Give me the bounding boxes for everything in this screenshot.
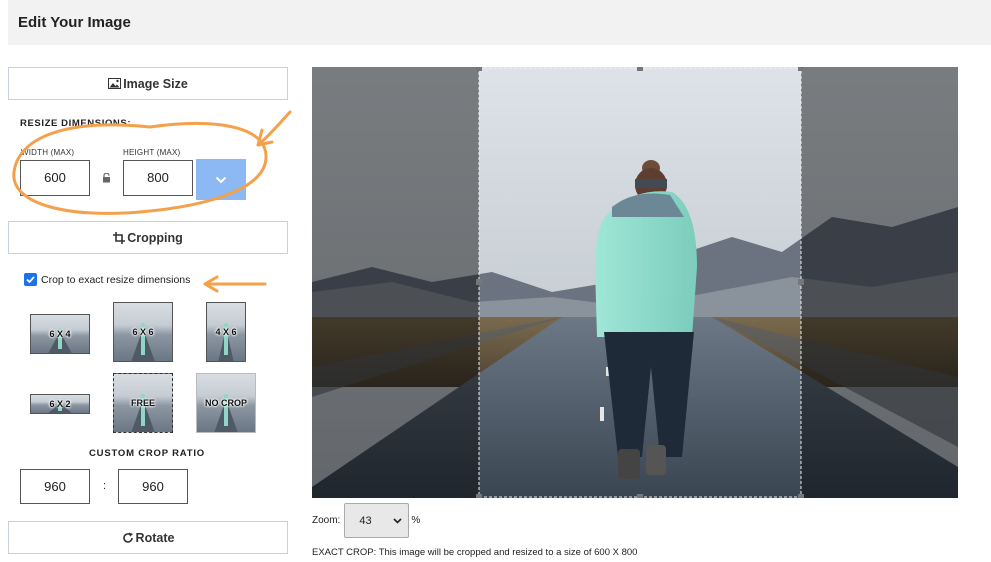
crop-ratio-height-input[interactable]: 960 (118, 469, 188, 504)
crop-preset-label: 4 X 6 (215, 327, 237, 337)
photo-canvas (312, 67, 958, 498)
page-title: Edit Your Image (8, 0, 991, 45)
cropping-label: Cropping (127, 230, 183, 245)
zoom-label: Zoom: (312, 515, 341, 526)
height-input[interactable]: 800 (123, 160, 193, 196)
crop-preset-no-crop[interactable]: NO CROP (196, 373, 256, 433)
crop-preset-6x6[interactable]: 6 X 6 (113, 302, 173, 362)
image-icon (108, 78, 122, 89)
rotate-icon (122, 532, 133, 543)
annotation-arrow-top (256, 110, 292, 147)
image-size-button[interactable]: Image Size (8, 67, 288, 100)
lock-icon[interactable] (102, 173, 111, 183)
crop-preset-label: 6 X 6 (132, 327, 154, 337)
ratio-separator: : (103, 480, 107, 492)
custom-crop-heading: CUSTOM CROP RATIO (89, 448, 205, 459)
rotate-label: Rotate (135, 530, 175, 545)
chevron-down-icon (393, 517, 402, 524)
checkmark-icon (26, 276, 35, 283)
crop-preset-free[interactable]: FREE (113, 373, 173, 433)
crop-preset-label: FREE (130, 398, 155, 408)
crop-preset-label: 6 X 2 (49, 399, 71, 409)
crop-ratio-width-input[interactable]: 960 (20, 469, 90, 504)
crop-preset-label: 6 X 4 (49, 329, 71, 339)
crop-caption: EXACT CROP: This image will be cropped a… (312, 547, 638, 558)
image-size-label: Image Size (123, 76, 188, 91)
image-preview[interactable] (312, 67, 958, 498)
annotation-arrow-bottom (203, 275, 267, 293)
width-label: WIDTH (MAX) (21, 148, 75, 157)
crop-preset-6x4[interactable]: 6 X 4 (30, 314, 90, 354)
crop-exact-checkbox[interactable] (24, 273, 37, 286)
zoom-unit: % (411, 515, 421, 526)
chevron-down-icon (215, 176, 227, 183)
crop-exact-label: Crop to exact resize dimensions (41, 273, 191, 286)
crop-preset-label: NO CROP (204, 398, 247, 408)
crop-preset-4x6[interactable]: 4 X 6 (206, 302, 246, 362)
width-input[interactable]: 600 (20, 160, 90, 196)
crop-exact-checkbox-row[interactable]: Crop to exact resize dimensions (24, 273, 190, 286)
height-label: HEIGHT (MAX) (123, 148, 181, 157)
zoom-value: 43 (359, 514, 372, 527)
zoom-select[interactable]: 43 (344, 503, 410, 538)
dimensions-dropdown-button[interactable] (196, 159, 246, 200)
zoom-row: Zoom: 43 % (312, 503, 420, 538)
cropping-button[interactable]: Cropping (8, 221, 288, 254)
rotate-button[interactable]: Rotate (8, 521, 288, 554)
crop-preset-6x2[interactable]: 6 X 2 (30, 394, 90, 414)
resize-heading: RESIZE DIMENSIONS: (20, 118, 132, 129)
crop-icon (113, 231, 126, 244)
